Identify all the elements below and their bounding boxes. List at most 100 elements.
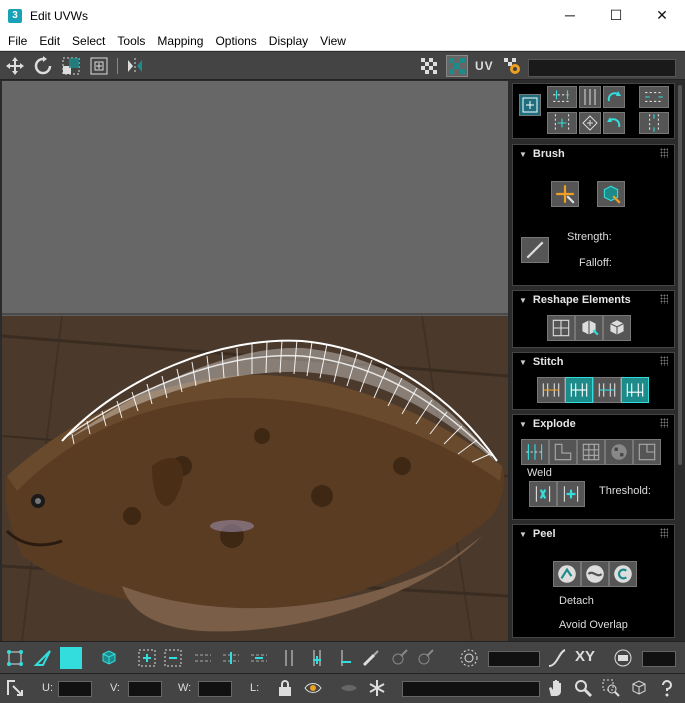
paint-select-icon[interactable] <box>360 647 382 669</box>
quick-peel-icon[interactable] <box>553 561 581 587</box>
xy-axis-label[interactable]: XY <box>575 648 595 665</box>
zoom-extents-icon[interactable] <box>628 677 650 699</box>
ring-shrink-icon[interactable] <box>334 647 356 669</box>
hide-icon[interactable] <box>302 677 324 699</box>
relax-brush-icon[interactable] <box>597 181 625 207</box>
expand-selection-icon[interactable] <box>136 647 158 669</box>
mirror-tool-icon[interactable] <box>124 55 146 77</box>
u-field[interactable] <box>58 681 92 697</box>
flatten-by-smoothing-icon[interactable] <box>605 439 633 465</box>
loop-shrink-icon[interactable] <box>248 647 270 669</box>
reshape-title: Reshape Elements <box>532 294 631 306</box>
move-tool-icon[interactable] <box>4 55 26 77</box>
reshape-elements-rollout: ▼ Reshape Elements <box>512 290 675 348</box>
vertex-select-icon[interactable] <box>4 647 26 669</box>
menu-view[interactable]: View <box>314 31 352 51</box>
soft-selection-icon[interactable] <box>458 647 480 669</box>
menu-mapping[interactable]: Mapping <box>151 31 209 51</box>
detach-edge-verts-icon[interactable] <box>549 439 577 465</box>
w-field[interactable] <box>198 681 232 697</box>
align-horizontal-icon[interactable] <box>547 86 577 108</box>
selection-set-field[interactable] <box>402 681 540 697</box>
reset-peel-icon[interactable] <box>609 561 637 587</box>
weld-selected-icon[interactable] <box>529 481 557 507</box>
scale-tool-icon[interactable] <box>60 55 82 77</box>
paint-move-brush-icon[interactable] <box>551 181 579 207</box>
break-icon[interactable] <box>521 439 549 465</box>
right-panel: ▼ Brush Strength: Falloff: ▼ Reshape Eleme… <box>510 81 685 641</box>
shrink-selection-icon[interactable] <box>162 647 184 669</box>
stitch-rollout-header[interactable]: ▼ Stitch <box>513 353 674 371</box>
rotate-tool-icon[interactable] <box>32 55 54 77</box>
brush-size-icon[interactable] <box>521 237 549 263</box>
uv-grid-area <box>2 81 508 315</box>
rotate-ccw-icon[interactable] <box>603 112 625 134</box>
avoid-overlap-label[interactable]: Avoid Overlap <box>559 619 628 631</box>
freeform-tool-icon[interactable] <box>88 55 110 77</box>
texture-dropdown[interactable] <box>528 59 676 77</box>
explode-title: Explode <box>532 418 576 430</box>
quick-transform-icon[interactable] <box>519 94 541 116</box>
stitch-to-source-icon[interactable] <box>565 377 593 403</box>
space-vertical-icon[interactable] <box>639 112 669 134</box>
ring-grow-icon[interactable] <box>306 647 328 669</box>
soft-select-falloff-field[interactable] <box>488 651 540 667</box>
v-field[interactable] <box>128 681 162 697</box>
detach-label[interactable]: Detach <box>559 595 594 607</box>
absolute-offset-icon[interactable] <box>4 677 26 699</box>
maximize-button[interactable]: ☐ <box>593 0 639 31</box>
edge-select-icon[interactable] <box>32 647 54 669</box>
flatten-by-material-icon[interactable] <box>633 439 661 465</box>
zoom-icon[interactable] <box>572 677 594 699</box>
paint-select-shrink-icon[interactable] <box>414 647 436 669</box>
menu-edit[interactable]: Edit <box>33 31 66 51</box>
relax-element-icon[interactable] <box>575 315 603 341</box>
loop-select-icon[interactable] <box>192 647 214 669</box>
pixel-snap-field[interactable] <box>642 651 676 667</box>
freeze-icon[interactable] <box>366 677 388 699</box>
pan-hand-icon[interactable] <box>544 677 566 699</box>
limit-select-icon[interactable] <box>612 647 634 669</box>
straighten-selection-icon[interactable] <box>547 315 575 341</box>
reshape-rollout-header[interactable]: ▼ Reshape Elements <box>513 291 674 309</box>
element-select-icon[interactable] <box>98 647 120 669</box>
stitch-title: Stitch <box>532 356 564 368</box>
loop-grow-icon[interactable] <box>220 647 242 669</box>
face-select-icon[interactable] <box>60 647 82 669</box>
explode-rollout-header[interactable]: ▼ Explode <box>513 415 674 433</box>
menu-select[interactable]: Select <box>66 31 111 51</box>
stitch-custom-icon[interactable] <box>537 377 565 403</box>
stitch-average-icon[interactable] <box>593 377 621 403</box>
rotate-cw-icon[interactable] <box>603 86 625 108</box>
menu-options[interactable]: Options <box>209 31 262 51</box>
help-icon[interactable] <box>656 677 678 699</box>
weld-target-icon[interactable] <box>557 481 585 507</box>
zoom-region-icon[interactable] <box>600 677 622 699</box>
align-vertical-icon[interactable] <box>579 86 601 108</box>
peel-mode-icon[interactable] <box>581 561 609 587</box>
texture-toggle-icon[interactable] <box>446 55 468 77</box>
peel-rollout-header[interactable]: ▼ Peel <box>513 525 674 543</box>
menu-file[interactable]: File <box>0 31 33 51</box>
paint-select-grow-icon[interactable] <box>388 647 410 669</box>
unhide-icon[interactable] <box>338 677 360 699</box>
minimize-button[interactable]: ─ <box>547 0 593 31</box>
relax-cube-icon[interactable] <box>603 315 631 341</box>
stitch-to-target-icon[interactable] <box>621 377 649 403</box>
menu-tools[interactable]: Tools <box>111 31 151 51</box>
texture-settings-icon[interactable] <box>501 55 523 77</box>
brush-rollout-header[interactable]: ▼ Brush <box>513 145 674 163</box>
lock-icon[interactable] <box>274 677 296 699</box>
close-button[interactable]: ✕ <box>639 0 685 31</box>
menu-display[interactable]: Display <box>263 31 314 51</box>
uv-mode-label[interactable]: UV <box>475 59 494 73</box>
uv-viewport[interactable] <box>2 81 508 641</box>
space-horizontal-icon[interactable] <box>639 86 669 108</box>
align-center-icon[interactable] <box>547 112 577 134</box>
straighten-icon[interactable] <box>579 112 601 134</box>
checker-pattern-icon[interactable] <box>418 55 440 77</box>
falloff-curve-icon[interactable] <box>546 647 568 669</box>
panel-scrollbar[interactable] <box>678 85 682 465</box>
flatten-by-polygon-icon[interactable] <box>577 439 605 465</box>
ring-select-icon[interactable] <box>278 647 300 669</box>
